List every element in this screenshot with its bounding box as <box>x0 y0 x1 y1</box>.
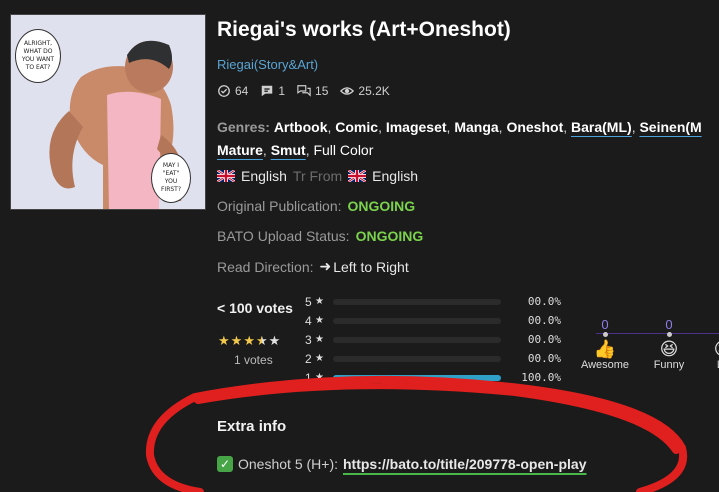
translated-from-label: Tr From <box>292 168 343 184</box>
star-icon: ★ <box>315 353 324 364</box>
checkmark-icon: ✓ <box>217 456 233 472</box>
extra-info-heading: Extra info <box>217 418 287 435</box>
views-count: 25.2K <box>358 84 390 98</box>
rating-bar-fill <box>333 374 501 381</box>
uk-flag-icon <box>217 170 235 182</box>
read-direction-row: Read Direction: ➜ Left to Right <box>217 258 409 275</box>
arrow-right-icon: ➜ <box>319 258 332 274</box>
half-star-icon: ★ <box>255 333 268 348</box>
genre-oneshot[interactable]: Oneshot <box>506 119 563 135</box>
like-icon <box>218 85 230 97</box>
author-link[interactable]: Riegai(Story&Art) <box>217 57 318 72</box>
genre-bara-ml[interactable]: Bara(ML) <box>571 119 632 135</box>
star-icon: ★ <box>315 315 324 326</box>
votes-summary: < 100 votes <box>217 300 293 316</box>
views-icon <box>340 87 355 95</box>
rating-distribution: 5 ★ 00.0% 4 ★ 00.0% 3 ★ 00.0% 2 ★ 00.0% … <box>305 292 561 387</box>
star-icon: ★ <box>243 333 255 348</box>
uk-flag-icon <box>348 170 367 182</box>
emotion-funny[interactable]: 0 😆 Funny <box>642 317 696 371</box>
extra-info-line: ✓ Oneshot 5 (H+): https://bato.to/title/… <box>217 456 586 472</box>
emotion-count: 0 <box>696 317 719 331</box>
genres-list: Genres: Artbook, Comic, Imageset, Manga,… <box>217 119 702 158</box>
original-publication-label: Original Publication: <box>217 198 342 214</box>
rating-percent: 00.0% <box>527 333 561 346</box>
emotion-label: Awesome <box>580 359 630 371</box>
original-publication-status: ONGOING <box>347 198 416 214</box>
star-icon: ★ <box>315 334 324 345</box>
comments-icon <box>297 85 311 97</box>
rating-row-3: 3 ★ 00.0% <box>305 330 561 349</box>
rating-star-number: 1 <box>305 370 312 385</box>
stats-bar: 64 1 15 25.2K <box>217 84 398 98</box>
extra-info-link[interactable]: https://bato.to/title/209778-open-play <box>343 456 586 472</box>
emotion-dot <box>602 332 608 337</box>
rating-bar-track <box>333 336 501 343</box>
original-publication-row: Original Publication: ONGOING <box>217 198 415 214</box>
genre-manga[interactable]: Manga <box>454 119 498 135</box>
source-language: English <box>241 168 287 184</box>
emotion-awesome[interactable]: 0 👍 Awesome <box>578 317 632 371</box>
cover-image[interactable]: ALRIGHT, WHAT DO YOU WANT TO EAT? MAY I … <box>10 14 206 210</box>
star-rating: ★ ★ ★ ★ ★ <box>218 333 280 349</box>
rating-row-1: 1 ★ 100.0% <box>305 368 561 387</box>
emotion-count: 0 <box>601 317 609 332</box>
upload-status-label: BATO Upload Status: <box>217 228 350 244</box>
rating-row-2: 2 ★ 00.0% <box>305 349 561 368</box>
rating-row-5: 5 ★ 00.0% <box>305 292 561 311</box>
genre-comic[interactable]: Comic <box>335 119 378 135</box>
rating-star-number: 5 <box>305 294 312 309</box>
review-icon <box>262 85 273 97</box>
genre-artbook[interactable]: Artbook <box>274 119 328 135</box>
genre-mature[interactable]: Mature <box>217 142 263 158</box>
rating-bar-track <box>333 298 501 305</box>
rating-bar-track <box>333 355 501 362</box>
read-direction-label: Read Direction: <box>217 258 314 275</box>
rating-percent: 00.0% <box>527 314 561 327</box>
star-icon: ★ <box>315 296 324 307</box>
emotion-reactions: 0 👍 Awesome 0 😆 Funny 0 😍 Lo <box>578 317 719 377</box>
star-icon: ★ <box>230 333 243 348</box>
rating-percent: 00.0% <box>527 295 561 308</box>
original-language: English <box>372 168 419 184</box>
star-icon: ★ <box>218 333 230 348</box>
rating-percent: 00.0% <box>527 352 561 365</box>
extra-info-prefix: Oneshot 5 (H+): <box>238 456 338 472</box>
emotion-count: 0 <box>665 317 673 332</box>
star-icon: ★ <box>315 372 324 383</box>
rating-bar-track <box>333 374 501 381</box>
read-direction-value: Left to Right <box>333 258 409 275</box>
rating-star-number: 2 <box>305 351 312 366</box>
genre-full-color[interactable]: Full Color <box>313 142 373 158</box>
emotion-label: Funny <box>653 359 685 371</box>
comments-count: 15 <box>315 84 329 98</box>
likes-count: 64 <box>235 84 249 98</box>
language-row: English Tr From English <box>217 168 418 184</box>
speech-bubble-top: ALRIGHT, WHAT DO YOU WANT TO EAT? <box>15 29 61 83</box>
laughing-face-icon: 😆 <box>659 339 679 359</box>
rating-percent: 100.0% <box>521 371 561 384</box>
genre-imageset[interactable]: Imageset <box>386 119 447 135</box>
upload-status-row: BATO Upload Status: ONGOING <box>217 228 423 244</box>
genre-smut[interactable]: Smut <box>271 142 306 158</box>
genres-label: Genres: <box>217 119 270 135</box>
reviews-count: 1 <box>278 84 286 98</box>
rating-bar-track <box>333 317 501 324</box>
speech-bubble-bottom: MAY I "EAT" YOU FIRST? <box>151 153 191 203</box>
votes-count: 1 votes <box>234 353 273 367</box>
emotion-dot <box>666 332 672 337</box>
star-icon: ★ <box>268 333 281 348</box>
rating-star-number: 4 <box>305 313 312 328</box>
thumbs-up-icon: 👍 <box>593 339 617 359</box>
rating-star-number: 3 <box>305 332 312 347</box>
heart-eyes-icon: 😍 <box>696 339 719 359</box>
upload-status-value: ONGOING <box>355 228 424 244</box>
page-title: Riegai's works (Art+Oneshot) <box>217 18 511 41</box>
rating-row-4: 4 ★ 00.0% <box>305 311 561 330</box>
genre-seinen[interactable]: Seinen(M <box>639 119 701 135</box>
emotion-love[interactable]: 0 😍 Lo <box>696 317 719 371</box>
